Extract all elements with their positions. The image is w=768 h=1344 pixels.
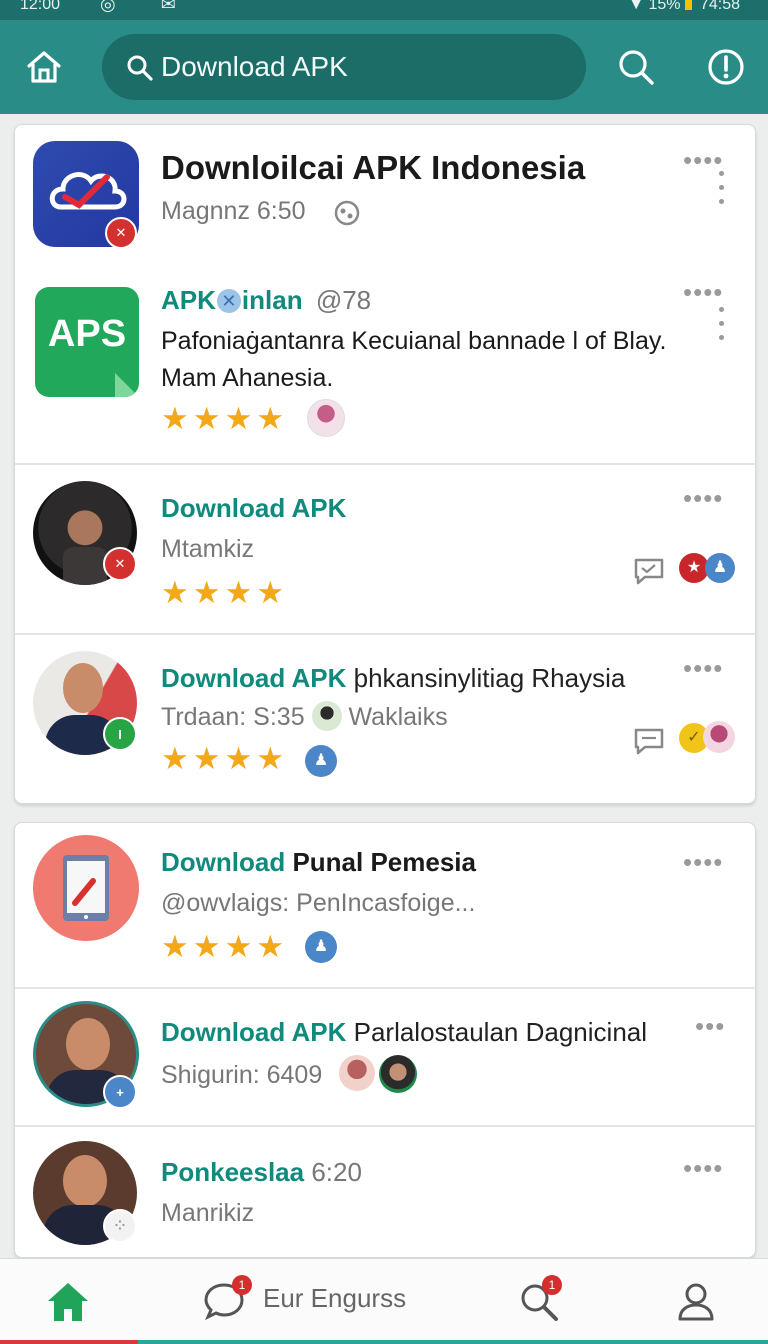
notification-badge: 1 — [232, 1275, 252, 1295]
more-icon[interactable]: •••• — [683, 1153, 723, 1184]
app-icon: ✕ — [33, 141, 139, 249]
status-right-text: 74:58 — [699, 0, 740, 13]
home-icon — [27, 51, 61, 83]
more-icon[interactable]: ••• — [695, 1011, 725, 1042]
item-subtitle: Manrikiz — [161, 1199, 255, 1227]
nav-indicator — [0, 1340, 768, 1344]
user-icon — [678, 1283, 714, 1321]
rating-stars: ★★★★ — [161, 929, 289, 964]
item-title: Download APK Parlalostaulan Dagnicinal — [161, 1017, 648, 1047]
item-title: Download Punal Pemesia — [161, 847, 476, 877]
list-item[interactable]: APS APK ✕ inlan @78 Pafoniaġantanra Kecuia… — [15, 265, 755, 463]
list-item[interactable]: ✕ Download APK Mtamkiz ★★★★ •••• ★ ♟ — [15, 465, 755, 635]
rating-stars: ★★★★ — [161, 741, 289, 776]
more-icon[interactable]: •••• — [683, 483, 723, 514]
search-icon — [619, 50, 654, 85]
item-title: Download APK þhkansinylitiag Rhaysia — [161, 663, 626, 693]
search-text: Download APK — [161, 51, 348, 82]
app-icon — [33, 835, 139, 941]
status-right: ▼ 15% 74:58 — [628, 0, 740, 14]
app-list-card: ✕ Downloilcai APK Indonesia Magnnz 6:50 … — [14, 124, 756, 804]
nav-profile[interactable] — [674, 1279, 722, 1327]
list-item[interactable]: ⁘ Ponkeeslaa 6:20 Manrikiz •••• — [15, 1127, 755, 1257]
item-title: Ponkeeslaa 6:20 — [161, 1157, 362, 1187]
app-header: Download APK — [0, 20, 768, 114]
rating-stars: ★★★★ — [161, 575, 289, 610]
status-bar: 12:00 ◎ ✉ ▼ 15% 74:58 — [0, 0, 768, 20]
battery-text: 15% — [648, 0, 681, 13]
alert-button[interactable] — [704, 42, 748, 92]
search-icon — [127, 55, 153, 81]
status-badge: ✕ — [103, 547, 137, 581]
status-time: 12:00 — [20, 0, 61, 13]
search-input[interactable]: Download APK — [102, 34, 586, 100]
nav-label[interactable]: Eur Engurss — [263, 1283, 406, 1314]
verified-icon: ✕ — [216, 289, 241, 313]
app-icon: APS — [35, 287, 139, 397]
users-icon: ♟ — [305, 745, 337, 777]
more-icon[interactable]: •••• — [683, 847, 723, 878]
notification-badge: 1 — [542, 1275, 562, 1295]
avatar — [339, 1055, 375, 1091]
search-button[interactable] — [614, 42, 658, 92]
item-subtitle: @owvlaigs: PenIncasfoige... — [161, 889, 476, 917]
nav-chat[interactable]: 1 — [202, 1275, 252, 1327]
status-icons: ◎ ✉ — [100, 0, 196, 14]
featured-app-title: Downloilcai APK Indonesia — [161, 149, 586, 186]
home-button[interactable] — [22, 42, 66, 92]
more-icon[interactable]: •••• — [683, 653, 723, 684]
featured-app-row[interactable]: ✕ Downloilcai APK Indonesia Magnnz 6:50 … — [15, 125, 755, 259]
chat-icon[interactable] — [633, 555, 665, 587]
status-badge: ⁘ — [103, 1209, 137, 1243]
rating-stars: ★★★★ — [161, 401, 289, 436]
chat-icon[interactable] — [633, 725, 665, 757]
app-icon-label: APS — [47, 313, 127, 355]
home-icon — [48, 1283, 88, 1321]
item-title: APK ✕ inlan @78 — [161, 285, 372, 315]
globe-icon — [334, 200, 360, 226]
status-badge: ✕ — [105, 217, 137, 249]
bottom-navigation: 1 Eur Engurss 1 — [0, 1258, 768, 1344]
item-subtitle: Shigurin: 6409 — [161, 1061, 323, 1089]
item-subtitle: Trdaan: S:35 Waklaiks — [161, 701, 448, 731]
list-item[interactable]: + Download APK Parlalostaulan Dagnicinal… — [15, 989, 755, 1125]
list-item[interactable]: I Download APK þhkansinylitiag Rhaysia T… — [15, 635, 755, 803]
users-icon: ♟ — [305, 931, 337, 963]
item-subtitle: Mtamkiz — [161, 535, 255, 563]
list-item[interactable]: Download Punal Pemesia @owvlaigs: PenInc… — [15, 823, 755, 987]
avatar — [307, 399, 345, 437]
page-curl-icon — [115, 373, 139, 397]
vertical-more-icon[interactable] — [719, 171, 725, 213]
mini-avatar — [311, 701, 342, 731]
alert-icon — [708, 49, 744, 85]
item-title: Download APK — [161, 493, 347, 523]
battery-icon — [684, 0, 692, 10]
nav-search[interactable]: 1 — [518, 1275, 566, 1329]
more-icon[interactable]: •••• — [683, 145, 723, 176]
item-description: Pafoniaġantanra Kecuianal bannade l of B… — [161, 327, 667, 392]
tablet-pen-icon — [63, 855, 109, 921]
nav-home[interactable] — [44, 1277, 92, 1325]
featured-app-subtitle: Magnnz 6:50 — [161, 197, 306, 225]
status-badge: I — [103, 717, 137, 751]
app-list-card: Download Punal Pemesia @owvlaigs: PenInc… — [14, 822, 756, 1258]
more-icon[interactable]: •••• — [683, 277, 723, 308]
avatar — [379, 1055, 417, 1093]
avatar — [703, 721, 735, 753]
vertical-more-icon[interactable] — [719, 307, 725, 349]
user-badge-icon: ♟ — [705, 553, 735, 583]
status-badge: + — [103, 1075, 137, 1109]
